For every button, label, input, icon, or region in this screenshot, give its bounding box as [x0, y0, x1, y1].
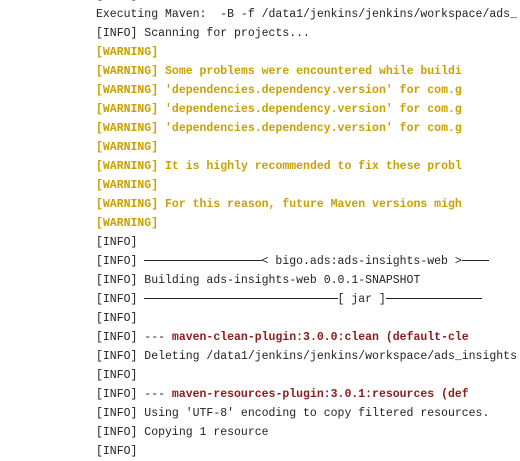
console-line: [INFO] [96, 366, 516, 385]
line-text: [INFO] Scanning for projects... [96, 27, 310, 40]
console-line: [WARNING] For this reason, future Maven … [96, 195, 516, 214]
console-line: [INFO] [96, 233, 516, 252]
line-text: [INFO] [96, 236, 138, 249]
line-text: [INFO] Using 'UTF-8' encoding to copy fi… [96, 407, 490, 420]
console-output: [INFO] Executing Maven: -B -f /data1/jenk… [96, 0, 517, 461]
plugin-goal: maven-resources-plugin:3.0.1:resources [171, 388, 435, 401]
line-text: [INFO] Building ads-insights-web 0.0.1-S… [96, 274, 421, 287]
console-line: [INFO] --- maven-resources-plugin:3.0.1:… [96, 385, 516, 404]
warning-tag: [WARNING] [96, 122, 159, 135]
console-line: [WARNING] 'dependencies.dependency.versi… [96, 100, 516, 119]
line-text: [INFO] [96, 312, 138, 325]
separator-rule [144, 298, 338, 300]
console-line: [WARNING] [96, 214, 516, 233]
warning-text: 'dependencies.dependency.version' for co… [158, 122, 462, 135]
plugin-execution: (default-cle [378, 331, 469, 344]
warning-text: Some problems were encountered while bui… [158, 65, 462, 78]
line-text: [INFO] [96, 0, 137, 2]
console-line: [INFO] Building ads-insights-web 0.0.1-S… [96, 271, 516, 290]
console-line: [WARNING] [96, 176, 516, 195]
warning-tag: [WARNING] [96, 103, 159, 116]
warning-tag: [WARNING] [96, 65, 159, 78]
console-line: [INFO] [96, 309, 516, 328]
console-line: [INFO] --- maven-clean-plugin:3.0.0:clea… [96, 328, 516, 347]
info-tag: [INFO] [96, 293, 145, 306]
plugin-execution: (def [434, 388, 469, 401]
warning-tag: [WARNING] [96, 46, 159, 59]
warning-tag: [WARNING] [96, 179, 159, 192]
console-line: [INFO] Deleting /data1/jenkins/jenkins/w… [96, 347, 517, 366]
warning-text: 'dependencies.dependency.version' for co… [158, 103, 462, 116]
line-text: [INFO] Copying 1 resource [96, 426, 269, 439]
console-line: [WARNING] Some problems were encountered… [96, 62, 516, 81]
console-line: [WARNING] 'dependencies.dependency.versi… [96, 119, 516, 138]
warning-tag: [WARNING] [96, 217, 159, 230]
line-text: Executing Maven: -B -f /data1/jenkins/je… [96, 8, 517, 21]
warning-text: 'dependencies.dependency.version' for co… [158, 84, 462, 97]
separator-rule [144, 260, 262, 262]
console-line: [INFO] Copying 1 resource [96, 423, 516, 442]
warning-text: For this reason, future Maven versions m… [158, 198, 462, 211]
console-line: [INFO] < bigo.ads:ads-insights-web > [96, 252, 516, 271]
separator-rule [385, 298, 483, 300]
console-line: [WARNING] [96, 43, 516, 62]
warning-tag: [WARNING] [96, 198, 159, 211]
line-text: [INFO] [96, 445, 138, 458]
separator-label: [ jar ] [337, 293, 386, 306]
warning-tag: [WARNING] [96, 141, 159, 154]
line-text: [INFO] [96, 369, 138, 382]
console-line: [INFO] Using 'UTF-8' encoding to copy fi… [96, 404, 516, 423]
info-tag: [INFO] --- [96, 388, 172, 401]
console-line: [WARNING] It is highly recommended to fi… [96, 157, 516, 176]
console-line: [WARNING] [96, 138, 516, 157]
separator-label: < bigo.ads:ads-insights-web > [261, 255, 462, 268]
console-line: [INFO] Scanning for projects... [96, 24, 516, 43]
line-text: [INFO] Deleting /data1/jenkins/jenkins/w… [96, 350, 517, 363]
separator-rule [461, 260, 490, 262]
warning-tag: [WARNING] [96, 84, 159, 97]
warning-text: It is highly recommended to fix these pr… [158, 160, 462, 173]
info-tag: [INFO] --- [96, 331, 172, 344]
console-line: [WARNING] 'dependencies.dependency.versi… [96, 81, 516, 100]
console-line: [INFO] [ jar ] [96, 290, 516, 309]
warning-tag: [WARNING] [96, 160, 159, 173]
plugin-goal: maven-clean-plugin:3.0.0:clean [171, 331, 379, 344]
info-tag: [INFO] [96, 255, 145, 268]
console-line: Executing Maven: -B -f /data1/jenkins/je… [96, 5, 517, 24]
